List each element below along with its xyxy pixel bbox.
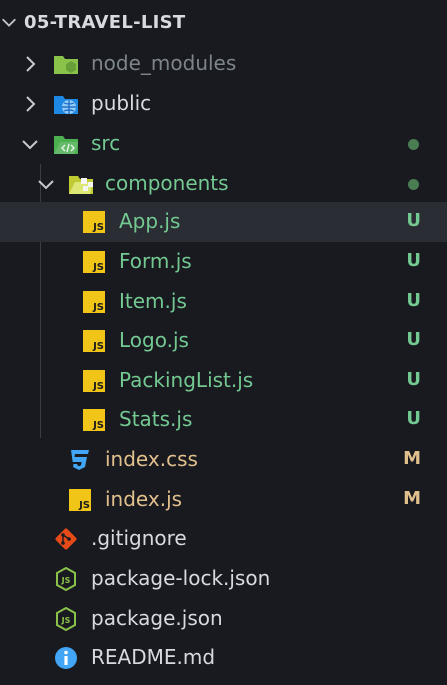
tree-item-label: index.css [105,447,198,471]
tree-item-label: index.js [105,487,183,511]
tree-item-label: .gitignore [91,526,187,550]
tree-item-label: Logo.js [119,328,189,352]
tree-item-label: Item.js [119,289,187,313]
git-status-dot [408,179,419,190]
js-icon: JS [80,406,108,434]
chevron-right-icon [26,96,36,112]
public-folder-icon [54,96,78,114]
js-icon: JS [80,367,108,395]
info-icon [55,647,77,669]
tree-item-gitignore[interactable]: .gitignore [0,519,447,559]
js-icon: JS [80,327,108,355]
tree-item-package-json[interactable]: JS package.json [0,599,447,639]
tree-item-form-js[interactable]: JS Form.js U [0,242,447,282]
js-icon: JS [80,288,108,316]
tree-item-label: package-lock.json [91,566,271,590]
tree-item-package-lock-json[interactable]: JS package-lock.json [0,559,447,599]
tree-item-label: components [105,171,229,195]
tree-item-logo-js[interactable]: JS Logo.js U [0,321,447,361]
tree-item-app-js[interactable]: JS App.js U [0,202,447,242]
tree-item-label: node_modules [91,51,237,75]
git-status-badge: U [406,408,421,429]
tree-item-components[interactable]: components [0,164,447,204]
git-status-dot [408,139,419,150]
git-status-badge: U [406,290,421,311]
js-icon: JS [80,248,108,276]
js-icon: JS [80,208,108,236]
file-explorer: 05-TRAVEL-LIST node_modules public src c… [0,0,447,685]
json-icon: JS [56,566,76,592]
tree-item-readme-md[interactable]: README.md [0,638,447,678]
components-folder-icon [69,176,93,194]
project-title: 05-TRAVEL-LIST [24,11,186,33]
git-status-badge: U [406,210,421,231]
tree-item-label: Stats.js [119,407,193,431]
chevron-down-icon [38,180,54,190]
tree-item-label: package.json [91,606,223,630]
tree-item-label: PackingList.js [119,368,254,392]
git-status-badge: U [406,329,421,350]
tree-item-packinglist-js[interactable]: JS PackingList.js U [0,361,447,401]
git-status-badge: U [406,369,421,390]
tree-item-label: Form.js [119,249,192,273]
js-icon: JS [66,486,94,514]
tree-item-item-js[interactable]: JS Item.js U [0,282,447,322]
tree-item-label: README.md [91,645,216,669]
tree-item-index-css[interactable]: index.css M [0,440,447,480]
svg-text:JS: JS [61,616,71,625]
tree-item-label: App.js [119,209,181,233]
src-folder-icon [54,136,78,154]
tree-item-stats-js[interactable]: JS Stats.js U [0,400,447,440]
tree-item-public[interactable]: public [0,84,447,124]
tree-item-label: src [91,131,121,155]
chevron-right-icon [26,56,36,72]
git-status-badge: M [403,488,421,509]
node-folder-icon [54,56,78,74]
tree-item-label: public [91,91,152,115]
json-icon: JS [56,606,76,632]
tree-item-index-js[interactable]: JS index.js M [0,480,447,520]
git-icon [55,528,77,550]
chevron-down-icon [2,18,16,27]
git-status-badge: U [406,250,421,271]
tree-item-src[interactable]: src [0,124,447,164]
explorer-section-header[interactable]: 05-TRAVEL-LIST [0,0,447,44]
tree-item-node-modules[interactable]: node_modules [0,44,447,84]
svg-text:JS: JS [61,576,71,585]
git-status-badge: M [403,448,421,469]
css-icon [71,450,89,470]
chevron-down-icon [22,140,38,150]
